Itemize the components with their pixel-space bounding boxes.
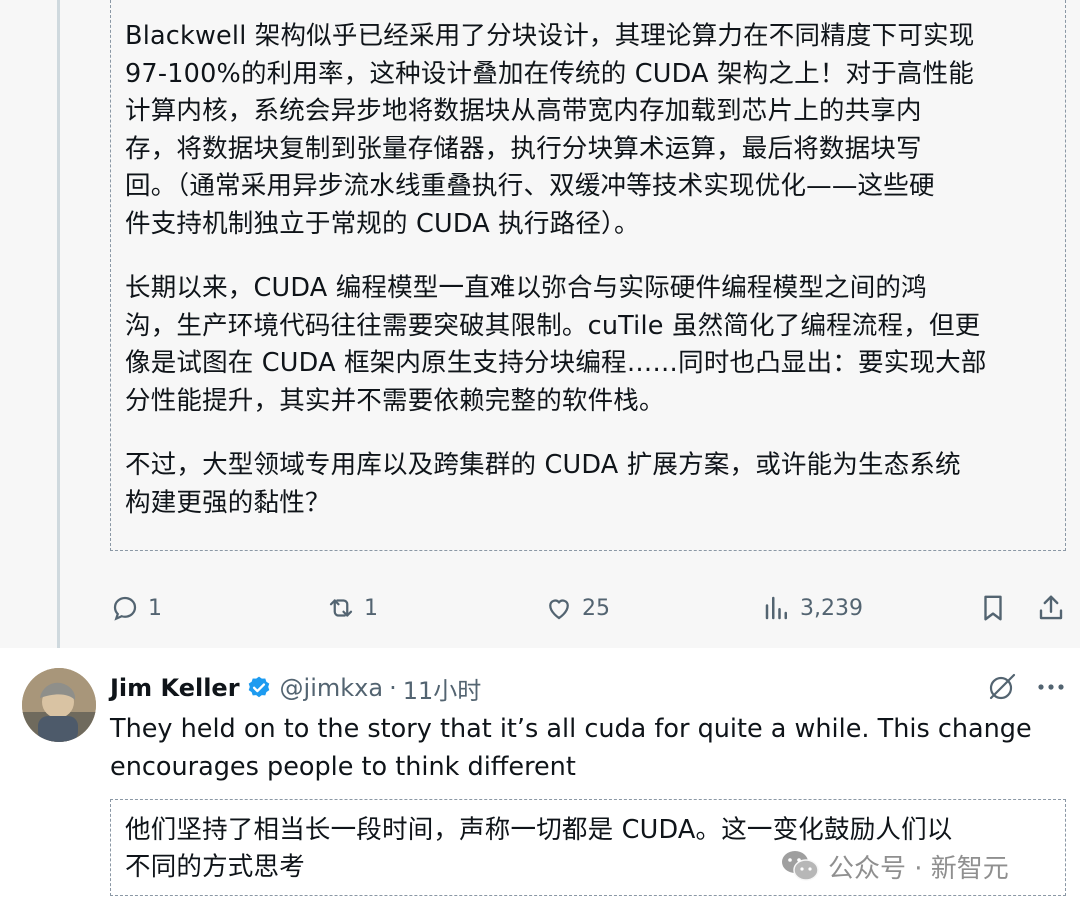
views-count: 3,239 xyxy=(800,595,863,621)
watermark: 公众号 · 新智元 xyxy=(780,846,1009,886)
post-time[interactable]: 11小时 xyxy=(403,671,482,706)
avatar[interactable] xyxy=(22,668,96,742)
translation-paragraph-2: 长期以来，CUDA 编程模型一直难以弥合与实际硬件编程模型之间的鸿 沟，生产环境… xyxy=(125,273,987,416)
wechat-icon xyxy=(782,851,819,881)
more-options-icon[interactable] xyxy=(1036,682,1066,692)
share-icon xyxy=(1039,595,1063,620)
user-handle[interactable]: @jimkxa xyxy=(280,674,384,702)
bookmark-icon xyxy=(984,595,1002,621)
display-name[interactable]: Jim Keller xyxy=(110,674,240,702)
heart-icon xyxy=(549,599,569,620)
tweet-translation-box: Blackwell 架构似乎已经采用了分块设计，其理论算力在不同精度下可实现 9… xyxy=(110,0,1066,551)
reply-count: 1 xyxy=(148,595,162,621)
reply-text: They held on to the story that it’s all … xyxy=(110,714,1032,782)
reply-icon xyxy=(113,596,137,621)
thread-line xyxy=(57,0,60,658)
verified-badge-icon xyxy=(248,676,269,698)
translation-paragraph-1: Blackwell 架构似乎已经采用了分块设计，其理论算力在不同精度下可实现 9… xyxy=(125,21,975,239)
views-button[interactable]: 3,239 xyxy=(762,582,863,634)
repost-icon xyxy=(329,599,353,617)
reply-header: Jim Keller @jimkxa · 11小时 xyxy=(110,670,481,706)
repost-button[interactable]: 1 xyxy=(326,582,378,634)
analytics-icon xyxy=(765,596,787,620)
repost-count: 1 xyxy=(364,595,378,621)
bookmark-button[interactable] xyxy=(978,582,1008,634)
avatar-image xyxy=(22,668,96,742)
like-button[interactable]: 25 xyxy=(544,582,610,634)
reply-button[interactable]: 1 xyxy=(110,582,162,634)
grok-icon[interactable] xyxy=(984,670,1018,704)
share-button[interactable] xyxy=(1036,582,1066,634)
translation-paragraph-3: 不过，大型领域专用库以及跨集群的 CUDA 扩展方案，或许能为生态系统 构建更强… xyxy=(125,450,961,518)
tweet-action-bar: 1 1 25 3,239 xyxy=(110,582,1070,634)
like-count: 25 xyxy=(582,595,610,621)
header-separator: · xyxy=(389,674,397,702)
watermark-text: 公众号 · 新智元 xyxy=(828,853,1009,884)
